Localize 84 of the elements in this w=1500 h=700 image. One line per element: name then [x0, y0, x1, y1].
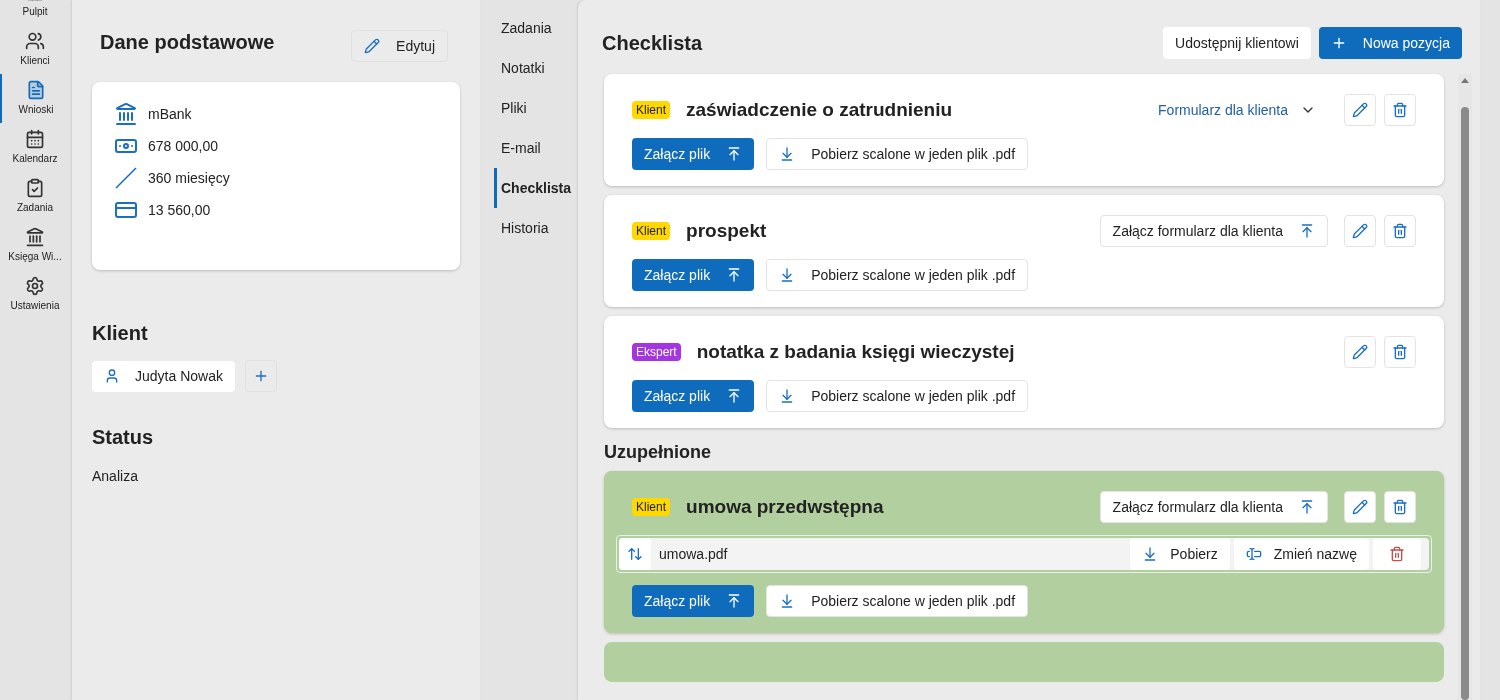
download-merged-button[interactable]: Pobierz scalone w jeden plik .pdf [766, 138, 1029, 170]
upload-icon [1299, 223, 1315, 239]
status-value: Analiza [92, 467, 139, 486]
form-dropdown[interactable]: Formularz dla klienta [1146, 94, 1328, 126]
section-tab[interactable]: E-mail [497, 128, 578, 168]
item-title: umowa przedwstępna [686, 494, 885, 519]
download-merged-button[interactable]: Pobierz scalone w jeden plik .pdf [766, 259, 1029, 291]
section-title: Status [92, 425, 155, 450]
detail-value: 13 560,00 [148, 200, 211, 220]
attach-file-button[interactable]: Załącz plik [632, 138, 755, 170]
attach-file-button[interactable]: Załącz plik [632, 380, 755, 412]
trash-icon [1392, 223, 1408, 239]
attach-form-button[interactable]: Załącz formularz dla klienta [1099, 215, 1328, 247]
detail-value: 360 miesięcy [148, 168, 230, 188]
nav-icon [26, 80, 46, 100]
nav-item[interactable]: Wnioski [0, 74, 70, 123]
nav-item[interactable]: Ustawienia [0, 270, 70, 319]
nav-item[interactable]: Zadania [0, 172, 70, 221]
delete-file-button[interactable] [1373, 538, 1421, 570]
scroll-up-icon [1461, 78, 1469, 83]
pencil-icon [1352, 344, 1368, 360]
edit-button[interactable]: Edytuj [351, 30, 448, 62]
nav-item[interactable]: Kalendarz [0, 123, 70, 172]
slash-icon [114, 166, 138, 190]
sort-icon [627, 546, 643, 562]
nav-icon [25, 129, 45, 149]
nav-item[interactable]: Pulpit [0, 0, 70, 25]
item-title: prospekt [686, 218, 768, 243]
attach-file-button[interactable]: Załącz plik [632, 585, 755, 617]
rename-icon [1245, 546, 1262, 562]
edit-button[interactable] [1344, 94, 1376, 126]
section-tab[interactable]: Pliki [497, 88, 578, 128]
nav-icon [25, 31, 45, 51]
section-tab[interactable]: Notatki [497, 48, 578, 88]
role-badge: Klient [632, 498, 671, 516]
download-button[interactable]: Pobierz [1130, 538, 1230, 570]
trash-icon [1392, 102, 1408, 118]
item-title: zaświadczenie o zatrudnieniu [686, 97, 954, 122]
section-title: Dane podstawowe [100, 30, 275, 55]
role-badge: Klient [632, 101, 671, 119]
item-title: notatka z badania księgi wieczystej [696, 339, 1016, 364]
add-client-button[interactable] [244, 360, 277, 392]
nav-icon [25, 227, 45, 247]
download-merged-button[interactable]: Pobierz scalone w jeden plik .pdf [766, 585, 1029, 617]
detail-value: mBank [148, 104, 192, 124]
delete-button[interactable] [1384, 215, 1416, 247]
attach-file-button[interactable]: Załącz plik [632, 259, 755, 291]
new-item-button[interactable]: Nowa pozycja [1318, 27, 1462, 59]
pencil-icon [364, 38, 381, 54]
section-title: Klient [92, 321, 149, 346]
upload-icon [1299, 499, 1315, 515]
pencil-icon [1352, 499, 1368, 515]
section-tab[interactable]: Historia [497, 208, 578, 248]
edit-button[interactable] [1344, 215, 1376, 247]
checklist-title: Checklista [602, 31, 703, 56]
detail-value: 678 000,00 [148, 136, 219, 156]
trash-icon [1392, 499, 1408, 515]
nav-item[interactable]: Klienci [0, 25, 70, 74]
client-chip[interactable]: Judyta Nowak [92, 360, 235, 392]
delete-button[interactable] [1384, 94, 1416, 126]
pencil-icon [1352, 102, 1368, 118]
role-badge: Klient [632, 222, 671, 240]
trash-icon [1389, 546, 1405, 562]
file-name: umowa.pdf [658, 544, 729, 564]
edit-button[interactable] [1344, 491, 1376, 523]
nav-icon [25, 178, 45, 198]
rename-button[interactable]: Zmień nazwę [1233, 538, 1369, 570]
section-tab[interactable]: Zadania [497, 8, 578, 48]
attach-form-button[interactable]: Załącz formularz dla klienta [1099, 491, 1328, 523]
share-button[interactable]: Udostępnij klientowi [1163, 27, 1311, 59]
completed-heading: Uzupełnione [604, 441, 712, 464]
role-badge: Ekspert [632, 343, 681, 361]
delete-button[interactable] [1384, 491, 1416, 523]
scrollbar-thumb[interactable] [1461, 107, 1469, 700]
person-icon [104, 368, 120, 384]
bank-icon [114, 102, 138, 126]
trash-icon [1392, 344, 1408, 360]
edit-button[interactable] [1344, 336, 1376, 368]
nav-icon [25, 276, 45, 296]
reorder-button[interactable] [619, 538, 651, 570]
delete-button[interactable] [1384, 336, 1416, 368]
nav-item[interactable]: Księga Wi... [0, 221, 70, 270]
download-merged-button[interactable]: Pobierz scalone w jeden plik .pdf [766, 380, 1029, 412]
pencil-icon [1352, 223, 1368, 239]
